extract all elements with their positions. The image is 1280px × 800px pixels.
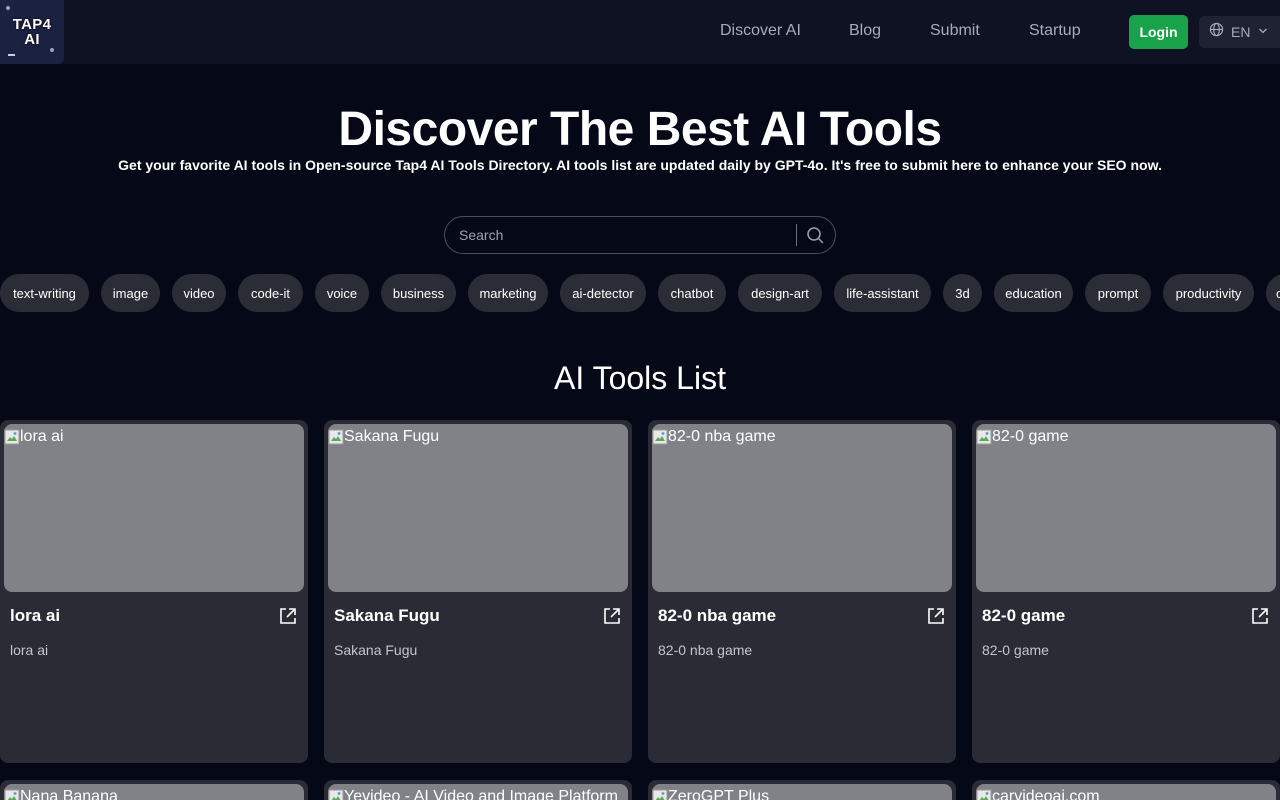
tool-card[interactable]: carvideoai.com [972, 780, 1280, 800]
broken-image-icon [652, 429, 668, 445]
tool-card[interactable]: 82-0 nba game 82-0 nba game 82-0 nba gam… [648, 420, 956, 763]
image-alt-text: lora ai [20, 428, 64, 445]
search-input[interactable] [457, 217, 792, 253]
tool-card-description: Sakana Fugu [334, 642, 418, 658]
tag-video[interactable]: video [172, 274, 226, 312]
logo-decoration [8, 54, 15, 56]
tool-card-title: Sakana Fugu [334, 606, 440, 625]
tag-ai-detector[interactable]: ai-detector [560, 274, 646, 312]
broken-image-alt: carvideoai.com [976, 788, 1100, 800]
tool-card-description: lora ai [10, 642, 49, 658]
broken-image-alt: 82-0 nba game [652, 428, 776, 446]
tag-image[interactable]: image [101, 274, 160, 312]
broken-image-icon [976, 789, 992, 800]
tool-card-image: 82-0 game [976, 424, 1276, 592]
broken-image-alt: Sakana Fugu [328, 428, 439, 446]
tag-life-assistant[interactable]: life-assistant [834, 274, 931, 312]
external-link-icon[interactable] [926, 606, 946, 626]
tag-code-it[interactable]: code-it [238, 274, 303, 312]
nav-blog[interactable]: Blog [849, 22, 881, 40]
page-subtitle: Get your favorite AI tools in Open-sourc… [118, 157, 1162, 173]
external-link-icon[interactable] [278, 606, 298, 626]
image-alt-text: Sakana Fugu [344, 428, 440, 445]
tag-design-art[interactable]: design-art [738, 274, 822, 312]
tool-card-description: 82-0 nba game [658, 642, 753, 658]
tag-business[interactable]: business [381, 274, 456, 312]
tag-text-writing[interactable]: text-writing [0, 274, 89, 312]
tag-chatbot[interactable]: chatbot [658, 274, 726, 312]
broken-image-icon [328, 789, 344, 800]
tool-card[interactable]: 82-0 game 82-0 game 82-0 game [972, 420, 1280, 763]
broken-image-alt: 82-0 game [976, 428, 1069, 446]
broken-image-alt: ZeroGPT Plus [652, 788, 769, 800]
logo-decoration [6, 6, 10, 10]
tool-card-title: 82-0 game [982, 606, 1066, 625]
tool-card[interactable]: lora ai lora ai lora ai [0, 420, 308, 763]
search-bar [444, 216, 836, 254]
logo-line-2: AI [24, 31, 40, 48]
tool-card-image: 82-0 nba game [652, 424, 952, 592]
image-alt-text: 82-0 game [992, 428, 1069, 445]
top-header: TAP4 AI Discover AI Blog Submit Startup … [0, 0, 1280, 64]
category-tags: text-writing image video code-it voice b… [0, 274, 1280, 312]
broken-image-icon [328, 429, 344, 445]
broken-image-icon [4, 789, 20, 800]
tag-voice[interactable]: voice [315, 274, 369, 312]
image-alt-text: carvideoai.com [992, 788, 1100, 800]
nav-discover-ai[interactable]: Discover AI [720, 22, 801, 40]
broken-image-alt: lora ai [4, 428, 64, 446]
tool-card-title: lora ai [10, 606, 61, 625]
image-alt-text: Nana Banana [20, 788, 118, 800]
tool-card[interactable]: Nana Banana [0, 780, 308, 800]
image-alt-text: ZeroGPT Plus [668, 788, 770, 800]
tool-card[interactable]: Sakana Fugu Sakana Fugu Sakana Fugu [324, 420, 632, 763]
search-icon[interactable] [803, 224, 827, 246]
tool-card-image: Yevideo - AI Video and Image Platform [328, 784, 628, 800]
broken-image-alt: Yevideo - AI Video and Image Platform [328, 788, 618, 800]
broken-image-icon [976, 429, 992, 445]
logo-decoration [50, 48, 54, 52]
tool-card-title: 82-0 nba game [658, 606, 777, 625]
external-link-icon[interactable] [602, 606, 622, 626]
broken-image-icon [4, 429, 20, 445]
broken-image-alt: Nana Banana [4, 788, 118, 800]
tool-card-image: Sakana Fugu [328, 424, 628, 592]
tag-3d[interactable]: 3d [943, 274, 982, 312]
login-button[interactable]: Login [1129, 15, 1188, 49]
search-divider [796, 224, 797, 246]
tool-card-image: Nana Banana [4, 784, 304, 800]
tool-card[interactable]: ZeroGPT Plus [648, 780, 956, 800]
nav-startup[interactable]: Startup [1029, 22, 1081, 40]
globe-icon [1209, 22, 1224, 42]
tool-card-image: carvideoai.com [976, 784, 1276, 800]
chevron-down-icon [1258, 23, 1268, 41]
page-title: Discover The Best AI Tools [338, 103, 942, 156]
tool-card-image: lora ai [4, 424, 304, 592]
tool-card[interactable]: Yevideo - AI Video and Image Platform [324, 780, 632, 800]
broken-image-icon [652, 789, 668, 800]
tag-productivity[interactable]: productivity [1163, 274, 1254, 312]
site-logo[interactable]: TAP4 AI [0, 0, 64, 64]
tool-card-description: 82-0 game [982, 642, 1049, 658]
tool-card-image: ZeroGPT Plus [652, 784, 952, 800]
image-alt-text: 82-0 nba game [668, 428, 776, 445]
language-selector[interactable]: EN [1199, 16, 1280, 48]
image-alt-text: Yevideo - AI Video and Image Platform [344, 788, 618, 800]
tag-education[interactable]: education [994, 274, 1073, 312]
language-label: EN [1231, 24, 1251, 40]
external-link-icon[interactable] [1250, 606, 1270, 626]
nav-submit[interactable]: Submit [930, 22, 980, 40]
section-title: AI Tools List [554, 360, 726, 396]
tag-marketing[interactable]: marketing [468, 274, 548, 312]
tag-prompt[interactable]: prompt [1085, 274, 1151, 312]
logo-line-1: TAP4 [12, 16, 52, 33]
tag-partial[interactable]: o [1266, 274, 1280, 312]
